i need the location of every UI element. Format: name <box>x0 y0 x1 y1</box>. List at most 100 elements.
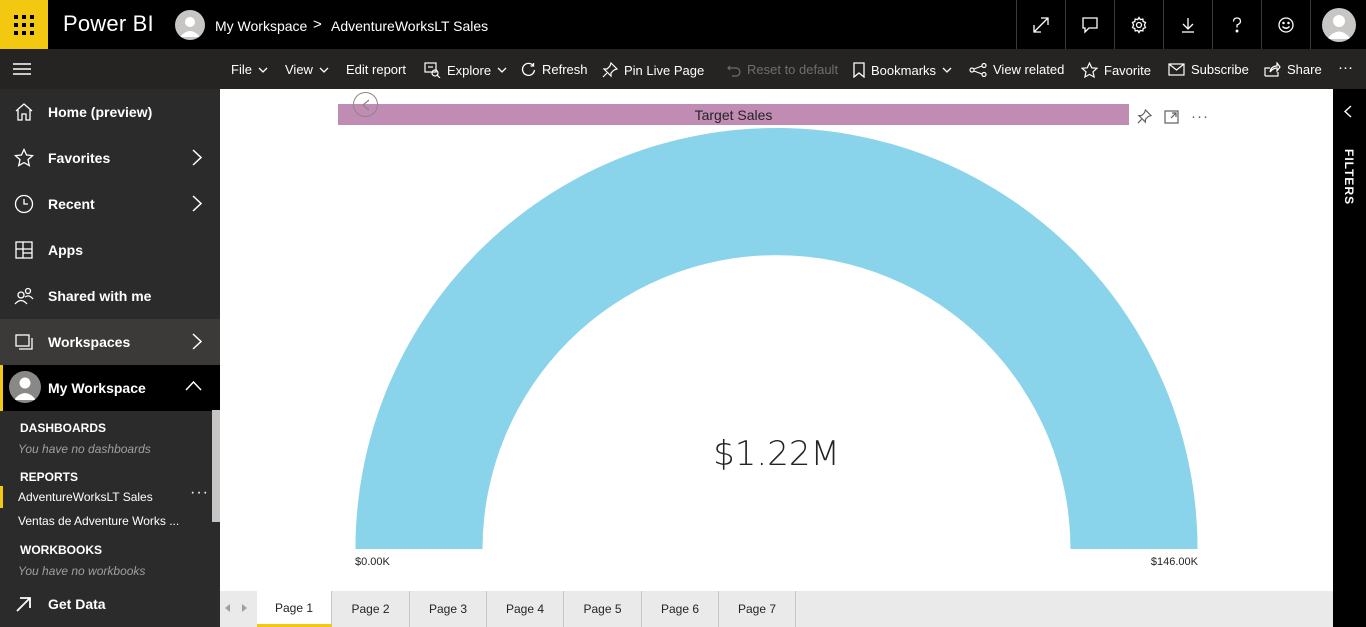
hamburger-icon[interactable] <box>13 62 31 76</box>
explore-icon <box>424 62 441 78</box>
gauge-value: $1.22M <box>713 434 840 474</box>
nav-favorites[interactable]: Favorites <box>0 135 220 181</box>
nav-home-label: Home (preview) <box>48 104 153 120</box>
nav-workspaces[interactable]: Workspaces <box>0 319 220 365</box>
view-related-button[interactable]: View related <box>969 62 1064 77</box>
settings-button[interactable] <box>1114 0 1163 49</box>
page-tab[interactable]: Page 6 <box>642 591 719 627</box>
shared-people-icon <box>14 287 34 305</box>
breadcrumb-report[interactable]: AdventureWorksLT Sales <box>331 18 488 34</box>
workspace-avatar[interactable] <box>175 10 205 40</box>
star-icon <box>1081 62 1098 78</box>
reset-to-default-label: Reset to default <box>747 62 839 77</box>
comment-icon <box>1082 16 1098 34</box>
caret-left-icon[interactable] <box>225 604 230 612</box>
page-tab[interactable]: Page 4 <box>487 591 564 627</box>
chevron-right-icon <box>192 149 202 166</box>
dashboards-header: DASHBOARDS <box>20 421 107 435</box>
reset-to-default-button[interactable]: Reset to default <box>727 62 838 77</box>
file-menu-label: File <box>231 62 252 77</box>
chevron-right-icon <box>192 195 202 212</box>
nav-my-workspace[interactable]: My Workspace <box>0 365 220 411</box>
chevron-up-icon <box>185 381 202 391</box>
refresh-button[interactable]: Refresh <box>521 62 588 77</box>
dashboards-empty-text: You have no dashboards <box>18 442 151 456</box>
help-button[interactable] <box>1212 0 1261 49</box>
favorite-button[interactable]: Favorite <box>1081 62 1151 78</box>
gauge-fill <box>355 128 1198 549</box>
page-tab[interactable]: Page 3 <box>410 591 487 627</box>
visual-title: Target Sales <box>338 104 1129 125</box>
pin-live-page-button[interactable]: Pin Live Page <box>602 62 704 78</box>
chevron-down-icon <box>258 67 268 73</box>
person-icon <box>180 17 200 37</box>
breadcrumb-separator: > <box>313 16 322 33</box>
bookmarks-label: Bookmarks <box>871 62 937 78</box>
nav-recent[interactable]: Recent <box>0 181 220 227</box>
fullscreen-button[interactable] <box>1016 0 1065 49</box>
edit-report-label: Edit report <box>346 62 406 77</box>
help-icon <box>1232 16 1242 32</box>
visual-more-options-icon[interactable]: ··· <box>1191 109 1209 124</box>
download-button[interactable] <box>1163 0 1212 49</box>
chevron-down-icon <box>942 67 952 73</box>
refresh-icon <box>521 62 536 76</box>
arrow-up-right-icon <box>16 597 31 612</box>
favorite-label: Favorite <box>1104 62 1151 78</box>
workspaces-icon <box>15 334 33 350</box>
refresh-label: Refresh <box>542 62 588 77</box>
nav-workspaces-label: Workspaces <box>48 334 131 350</box>
nav-home[interactable]: Home (preview) <box>0 89 220 135</box>
download-icon <box>1182 17 1194 33</box>
edit-report-button[interactable]: Edit report <box>346 62 406 77</box>
comments-button[interactable] <box>1065 0 1114 49</box>
brand-title[interactable]: Power BI <box>63 11 154 37</box>
chevron-down-icon <box>497 67 507 73</box>
apps-icon <box>15 241 33 259</box>
bookmarks-menu[interactable]: Bookmarks <box>853 62 952 78</box>
chevron-down-icon <box>319 67 329 73</box>
page-tab[interactable]: Page 1 <box>257 591 332 627</box>
left-navigation: Home (preview) Favorites Recent Apps Sha… <box>0 89 220 627</box>
report-item-label: AdventureWorksLT Sales <box>18 490 153 504</box>
caret-right-icon[interactable] <box>242 604 247 612</box>
more-options-button[interactable]: ··· <box>1338 59 1353 76</box>
nav-apps[interactable]: Apps <box>0 227 220 273</box>
page-tab-scroll <box>225 604 247 612</box>
reports-header: REPORTS <box>20 470 79 484</box>
feedback-button[interactable] <box>1261 0 1310 49</box>
back-button[interactable] <box>353 92 378 117</box>
filters-label: FILTERS <box>1342 149 1356 206</box>
explore-menu[interactable]: Explore <box>424 62 507 78</box>
filters-pane[interactable]: FILTERS <box>1333 89 1366 627</box>
subscribe-button[interactable]: Subscribe <box>1168 62 1249 77</box>
report-more-button[interactable]: ··· <box>190 484 209 502</box>
page-tab[interactable]: Page 2 <box>332 591 410 627</box>
feedback-smiley-icon <box>1278 16 1294 33</box>
nav-get-data[interactable]: Get Data <box>0 581 220 627</box>
page-tab[interactable]: Page 7 <box>719 591 796 627</box>
file-menu[interactable]: File <box>231 62 268 77</box>
chevron-left-icon[interactable] <box>1344 105 1352 118</box>
breadcrumb-workspace[interactable]: My Workspace <box>215 18 307 34</box>
account-button[interactable] <box>1310 0 1366 49</box>
pin-visual-icon[interactable] <box>1137 109 1152 124</box>
share-button[interactable]: Share <box>1264 62 1322 77</box>
nav-scrollbar[interactable] <box>212 410 220 522</box>
reset-icon <box>727 65 741 77</box>
view-related-label: View related <box>993 62 1065 77</box>
chevron-left-icon <box>361 99 369 110</box>
top-header: Power BI My Workspace > AdventureWorksLT… <box>0 0 1366 49</box>
view-menu-label: View <box>285 62 313 77</box>
chevron-right-icon <box>192 333 202 350</box>
settings-icon <box>1131 15 1147 34</box>
page-tab[interactable]: Page 5 <box>564 591 642 627</box>
nav-shared-with-me[interactable]: Shared with me <box>0 273 220 319</box>
report-item[interactable]: Ventas de Adventure Works ... <box>0 510 212 532</box>
waffle-icon <box>14 15 34 35</box>
view-menu[interactable]: View <box>285 62 329 77</box>
page-tabs-bar: Page 1 Page 2 Page 3 Page 4 Page 5 Page … <box>220 591 1333 627</box>
report-item[interactable]: AdventureWorksLT Sales ··· <box>0 484 212 508</box>
focus-mode-icon[interactable] <box>1164 109 1179 124</box>
app-launcher-button[interactable] <box>0 0 48 49</box>
